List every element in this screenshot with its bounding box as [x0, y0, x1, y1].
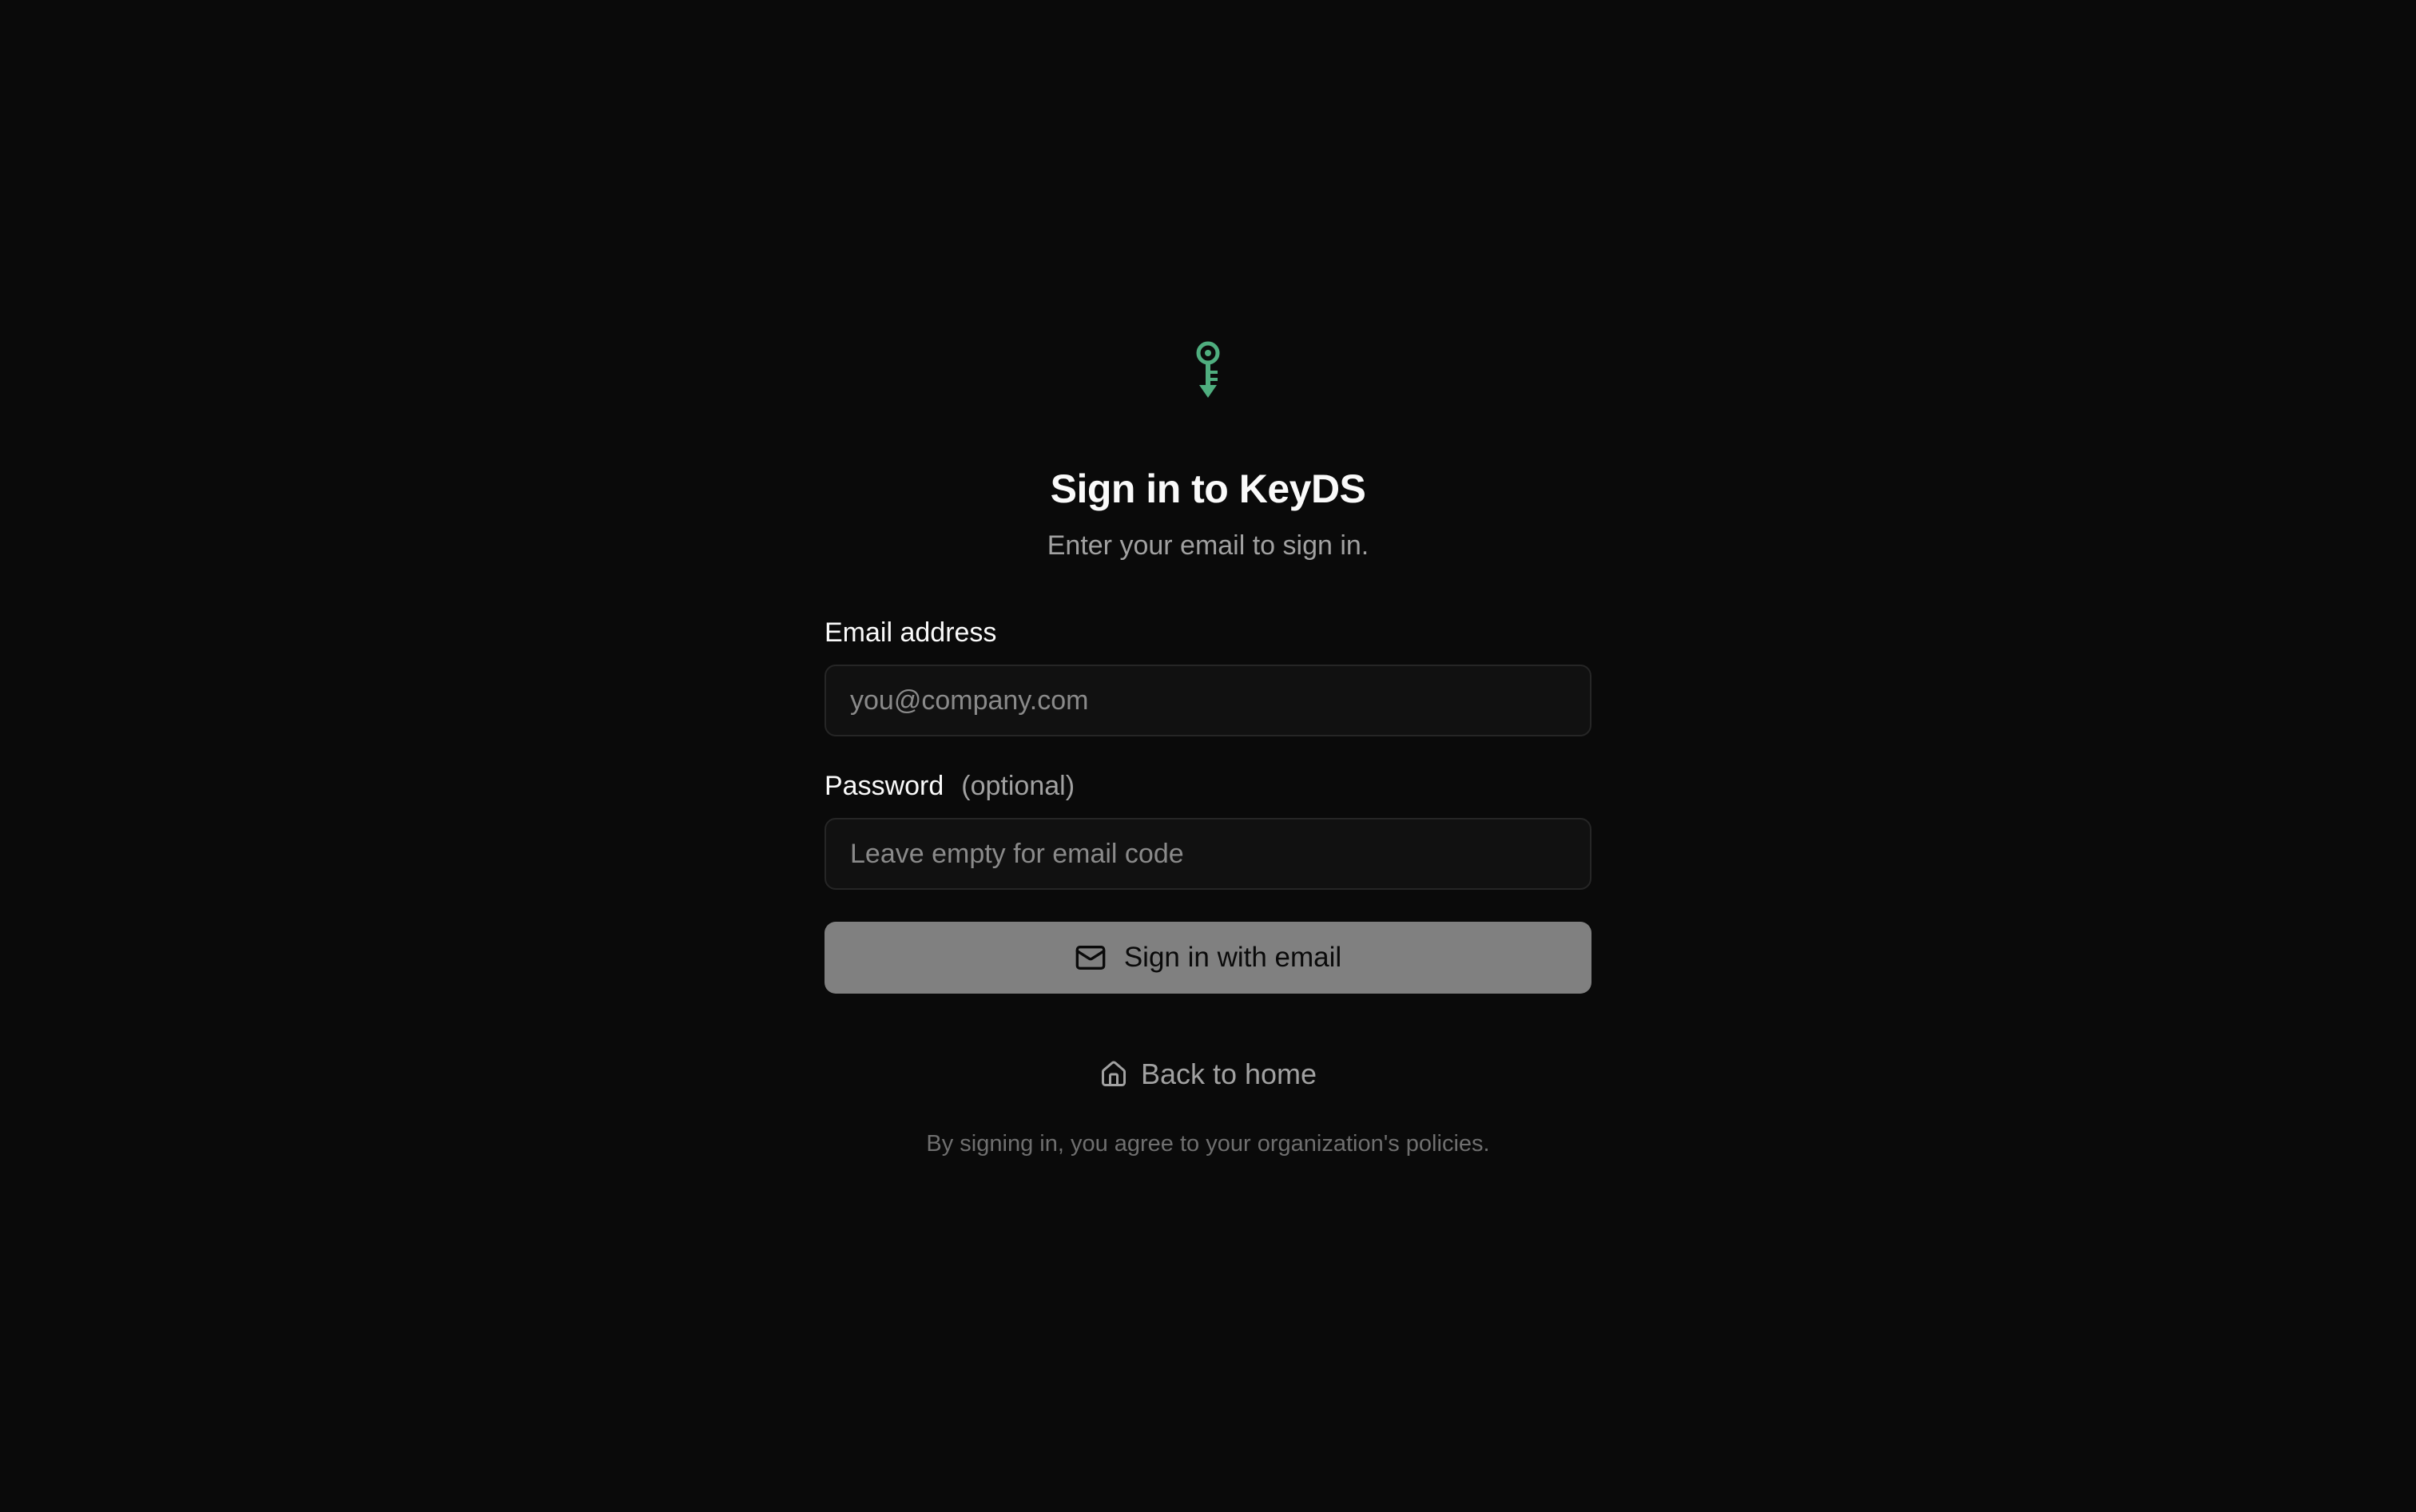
sign-in-button-label: Sign in with email — [1123, 942, 1342, 973]
page-title: Sign in to KeyDS — [1050, 466, 1366, 511]
key-icon — [1196, 341, 1220, 398]
password-field[interactable] — [825, 818, 1591, 890]
email-label: Email address — [825, 617, 997, 648]
sign-in-page: Sign in to KeyDS Enter your email to sig… — [0, 0, 2416, 1512]
mail-icon — [1075, 946, 1106, 970]
home-icon — [1101, 1061, 1126, 1086]
sign-in-panel: Sign in to KeyDS Enter your email to sig… — [825, 340, 1591, 1158]
email-label-row: Email address — [825, 615, 1591, 650]
password-group: Password (optional) — [825, 768, 1591, 890]
password-label: Password — [825, 771, 944, 801]
sign-in-form: Email address Password (optional) Sign i… — [825, 615, 1591, 994]
legal-notice: By signing in, you agree to your organiz… — [926, 1131, 1490, 1157]
back-to-home-link[interactable]: Back to home — [1099, 1058, 1317, 1091]
back-to-home-label: Back to home — [1140, 1058, 1317, 1090]
email-group: Email address — [825, 615, 1591, 736]
password-optional-hint: (optional) — [961, 771, 1075, 801]
page-subtitle: Enter your email to sign in. — [1047, 530, 1369, 561]
email-field[interactable] — [825, 665, 1591, 736]
sign-in-with-email-button[interactable]: Sign in with email — [825, 922, 1591, 994]
password-label-row: Password (optional) — [825, 768, 1591, 804]
